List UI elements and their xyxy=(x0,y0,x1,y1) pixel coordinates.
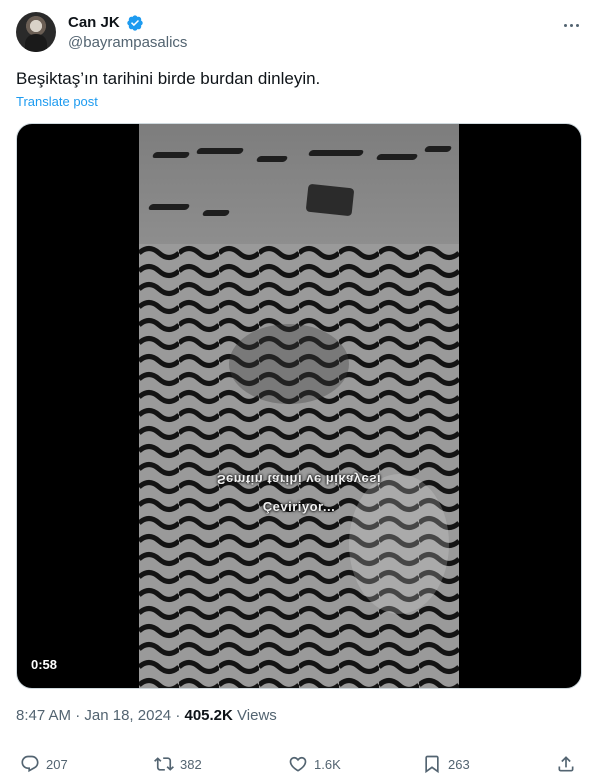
reply-button[interactable]: 207 xyxy=(20,752,68,776)
bookmark-button[interactable]: 263 xyxy=(422,752,470,776)
meta-separator: · xyxy=(175,707,181,724)
author-handle[interactable]: @bayrampasalics xyxy=(68,33,187,53)
avatar[interactable] xyxy=(16,12,56,52)
meta-separator: · xyxy=(75,707,81,724)
reply-icon xyxy=(21,755,39,773)
video-player[interactable]: Semtin tarihi ve hikayesi Çeviriyor... 0… xyxy=(16,123,582,689)
post-meta: 8:47 AM · Jan 18, 2024 · 405.2K Views xyxy=(16,706,277,726)
video-caption-line1: Semtin tarihi ve hikayesi xyxy=(216,472,382,487)
author-names: Can JK @bayrampasalics xyxy=(68,13,187,53)
post-text: Beşiktaş’ın tarihini birde burdan dinley… xyxy=(16,69,321,88)
post-time[interactable]: 8:47 AM xyxy=(16,707,71,724)
post-header: Can JK @bayrampasalics xyxy=(16,12,582,54)
repost-count: 382 xyxy=(180,756,202,772)
video-distortion xyxy=(139,244,459,688)
action-bar: 207 382 1.6K 263 xyxy=(16,752,582,776)
share-icon xyxy=(558,756,574,772)
repost-icon xyxy=(154,757,174,771)
author-display-name[interactable]: Can JK xyxy=(68,13,120,33)
more-icon[interactable] xyxy=(560,14,582,36)
video-duration: 0:58 xyxy=(31,657,58,672)
views-label: Views xyxy=(237,707,277,724)
heart-icon xyxy=(289,756,307,772)
video-frame: Semtin tarihi ve hikayesi Çeviriyor... xyxy=(139,124,459,688)
share-button[interactable] xyxy=(556,752,582,776)
translate-post-link[interactable]: Translate post xyxy=(16,94,98,110)
verified-badge-icon xyxy=(127,15,143,31)
bookmark-count: 263 xyxy=(448,756,470,772)
post-date[interactable]: Jan 18, 2024 xyxy=(84,707,171,724)
views-count: 405.2K xyxy=(184,707,233,724)
video-caption-line2: Çeviriyor... xyxy=(262,499,336,514)
like-count: 1.6K xyxy=(314,756,341,772)
like-button[interactable]: 1.6K xyxy=(288,752,341,776)
reply-count: 207 xyxy=(46,756,68,772)
repost-button[interactable]: 382 xyxy=(154,752,202,776)
bookmark-icon xyxy=(425,755,439,774)
video-frame-top xyxy=(139,124,459,254)
